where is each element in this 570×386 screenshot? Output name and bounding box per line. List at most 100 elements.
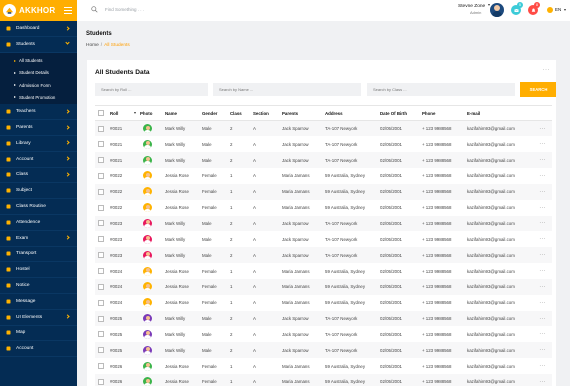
sidebar-item-transport[interactable]: Transport bbox=[0, 247, 77, 263]
sidebar-item-exam[interactable]: Exam bbox=[0, 231, 77, 247]
sidebar-item-hostel[interactable]: Hostel bbox=[0, 262, 77, 279]
row-options-icon[interactable]: ··· bbox=[533, 342, 552, 359]
row-options-icon[interactable]: ··· bbox=[533, 310, 552, 327]
menu-toggle-icon[interactable] bbox=[64, 7, 72, 16]
sidebar-item-map[interactable]: Map bbox=[0, 326, 77, 342]
sidebar-item-parents[interactable]: Parents bbox=[0, 120, 77, 136]
sidebar-item-subject[interactable]: Subject bbox=[0, 183, 77, 200]
row-checkbox-cell bbox=[95, 310, 110, 327]
row-options-icon[interactable]: ··· bbox=[533, 278, 552, 295]
class-search-input[interactable]: Search by Class ... bbox=[367, 83, 515, 96]
row-checkbox[interactable] bbox=[98, 347, 104, 354]
user-name[interactable]: Stevne Zone bbox=[458, 4, 485, 9]
row-options-icon[interactable]: ··· bbox=[533, 120, 552, 137]
submenu-item-all-students[interactable]: All Students bbox=[0, 55, 77, 67]
sidebar-item-message[interactable]: Message bbox=[0, 294, 77, 310]
row-options-icon[interactable]: ··· bbox=[533, 136, 552, 152]
sidebar-item-students[interactable]: Students bbox=[0, 37, 77, 53]
card-options-icon[interactable]: ··· bbox=[543, 67, 551, 73]
row-checkbox[interactable] bbox=[98, 378, 104, 385]
sidebar-item-attendence[interactable]: Attendence bbox=[0, 215, 77, 231]
row-options-icon[interactable]: ··· bbox=[533, 231, 552, 247]
table-row[interactable]: #0023 Mark Willy Male 2 A Jack Sparrow TA-107 … bbox=[95, 215, 552, 232]
search-button[interactable]: SEARCH bbox=[520, 82, 556, 97]
language-flag-icon[interactable] bbox=[547, 7, 553, 13]
search-input[interactable]: Find Something . . . bbox=[105, 7, 144, 12]
table-row[interactable]: #0024 Jessia Rose Female 1 A Maria Jamans 59 A… bbox=[95, 295, 552, 311]
table-row[interactable]: #0026 Jessia Rose Female 1 A Maria Jamans 59 A… bbox=[95, 374, 552, 386]
sidebar-item-class-routine[interactable]: Class Routine bbox=[0, 199, 77, 215]
sidebar-item-class[interactable]: Class bbox=[0, 168, 77, 184]
row-checkbox[interactable] bbox=[98, 299, 104, 306]
table-row[interactable]: #0024 Jessia Rose Female 1 A Maria Jamans 59 A… bbox=[95, 278, 552, 295]
sidebar-item-ui-elements[interactable]: UI Elements bbox=[0, 310, 77, 326]
row-options-icon[interactable]: ··· bbox=[533, 247, 552, 264]
table-row[interactable]: #0026 Jessia Rose Female 1 A Maria Jamans 59 A… bbox=[95, 358, 552, 374]
name-search-input[interactable]: Search by Name ... bbox=[213, 83, 361, 96]
row-checkbox[interactable] bbox=[98, 236, 104, 243]
table-row[interactable]: #0023 Mark Willy Male 2 A Jack Sparrow TA-107 … bbox=[95, 231, 552, 247]
table-row[interactable]: #0025 Mark Willy Male 2 A Jack Sparrow TA-107 … bbox=[95, 326, 552, 342]
table-row[interactable]: #0022 Jessia Rose Female 1 A Maria Jamans 59 A… bbox=[95, 183, 552, 200]
language-caret-icon[interactable] bbox=[564, 9, 566, 11]
table-row[interactable]: #0023 Mark Willy Male 2 A Jack Sparrow TA-107 … bbox=[95, 247, 552, 264]
row-checkbox[interactable] bbox=[98, 157, 104, 164]
row-options-icon[interactable]: ··· bbox=[533, 358, 552, 374]
table-row[interactable]: #0024 Jessia Rose Female 1 A Maria Jamans 59 A… bbox=[95, 263, 552, 279]
row-options-icon[interactable]: ··· bbox=[533, 295, 552, 311]
table-row[interactable]: #0021 Mark Willy Male 2 A Jack Sparrow TA-107 … bbox=[95, 136, 552, 152]
sidebar-item-teachers[interactable]: Teachers bbox=[0, 104, 77, 121]
submenu-item-student-details[interactable]: Student Details bbox=[0, 67, 77, 79]
row-options-icon[interactable]: ··· bbox=[533, 215, 552, 232]
table-row[interactable]: #0025 Mark Willy Male 2 A Jack Sparrow TA-107 … bbox=[95, 310, 552, 327]
table-row[interactable]: #0021 Mark Willy Male 2 A Jack Sparrow TA-107 … bbox=[95, 152, 552, 169]
row-checkbox[interactable] bbox=[98, 283, 104, 290]
row-checkbox[interactable] bbox=[98, 172, 104, 179]
table-row[interactable]: #0022 Jessia Rose Female 1 A Maria Jamans 59 A… bbox=[95, 168, 552, 184]
row-options-icon[interactable]: ··· bbox=[533, 326, 552, 342]
column-header-roll[interactable]: Roll bbox=[110, 105, 140, 121]
avatar[interactable] bbox=[490, 3, 504, 17]
sidebar-item-library[interactable]: Library bbox=[0, 136, 77, 152]
row-checkbox-cell bbox=[95, 183, 110, 200]
column-header-name: Name bbox=[165, 105, 202, 121]
table-row[interactable]: #0025 Mark Willy Male 2 A Jack Sparrow TA-107 … bbox=[95, 342, 552, 359]
select-all-checkbox[interactable] bbox=[98, 110, 104, 116]
row-checkbox[interactable] bbox=[98, 252, 104, 259]
sidebar-item-notice[interactable]: Notice bbox=[0, 278, 77, 294]
language-selector[interactable]: EN bbox=[555, 7, 561, 12]
logo-icon[interactable] bbox=[3, 4, 16, 17]
row-checkbox[interactable] bbox=[98, 315, 104, 322]
cell-address: 59 Australia, Sydney bbox=[325, 268, 366, 274]
row-checkbox[interactable] bbox=[98, 188, 104, 195]
row-options-icon[interactable]: ··· bbox=[533, 263, 552, 279]
row-options-icon[interactable]: ··· bbox=[533, 183, 552, 200]
row-options-icon[interactable]: ··· bbox=[533, 168, 552, 184]
sidebar-item-account[interactable]: Account bbox=[0, 341, 77, 358]
sidebar-item-account[interactable]: Account bbox=[0, 152, 77, 168]
row-checkbox[interactable] bbox=[98, 141, 104, 148]
row-checkbox[interactable] bbox=[98, 204, 104, 211]
row-options-icon[interactable]: ··· bbox=[533, 152, 552, 169]
sidebar-item-label: Class Routine bbox=[16, 204, 46, 210]
row-checkbox[interactable] bbox=[98, 125, 104, 132]
breadcrumb-home[interactable]: Home bbox=[86, 43, 99, 48]
roll-search-input[interactable]: Search by Roll ... bbox=[95, 83, 208, 96]
user-menu-caret-icon[interactable] bbox=[488, 4, 490, 6]
sidebar-item-dashboard[interactable]: Dashboard bbox=[0, 21, 77, 37]
sort-caret-icon[interactable] bbox=[134, 112, 136, 114]
row-checkbox[interactable] bbox=[98, 220, 104, 227]
row-options-icon[interactable]: ··· bbox=[533, 200, 552, 216]
search-icon[interactable] bbox=[91, 6, 98, 13]
row-checkbox[interactable] bbox=[98, 331, 104, 338]
table-row[interactable]: #0022 Jessia Rose Female 1 A Maria Jamans 59 A… bbox=[95, 200, 552, 216]
row-checkbox[interactable] bbox=[98, 363, 104, 370]
table-row[interactable]: #0021 Mark Willy Male 2 A Jack Sparrow TA-107 … bbox=[95, 120, 552, 137]
row-options-icon[interactable]: ··· bbox=[533, 374, 552, 386]
submenu-item-admission-form[interactable]: Admission Form bbox=[0, 79, 77, 91]
student-avatar-icon bbox=[143, 361, 152, 371]
cell-email: kazifahim93@gmail.com bbox=[467, 278, 533, 295]
submenu-item-student-promotion[interactable]: Student Promotion bbox=[0, 91, 77, 103]
cell-class: 2 bbox=[230, 247, 253, 264]
row-checkbox[interactable] bbox=[98, 268, 104, 275]
